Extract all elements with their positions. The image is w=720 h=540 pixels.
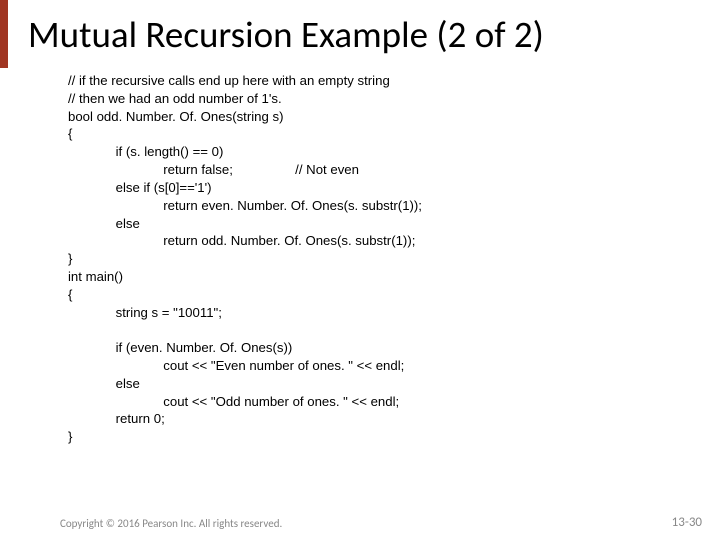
slide-title: Mutual Recursion Example (2 of 2) — [28, 12, 544, 57]
code-block: // if the recursive calls end up here wi… — [68, 72, 422, 446]
page-number: 13-30 — [672, 515, 702, 530]
copyright-text: Copyright © 2016 Pearson Inc. All rights… — [60, 517, 282, 530]
accent-bar — [0, 0, 8, 68]
